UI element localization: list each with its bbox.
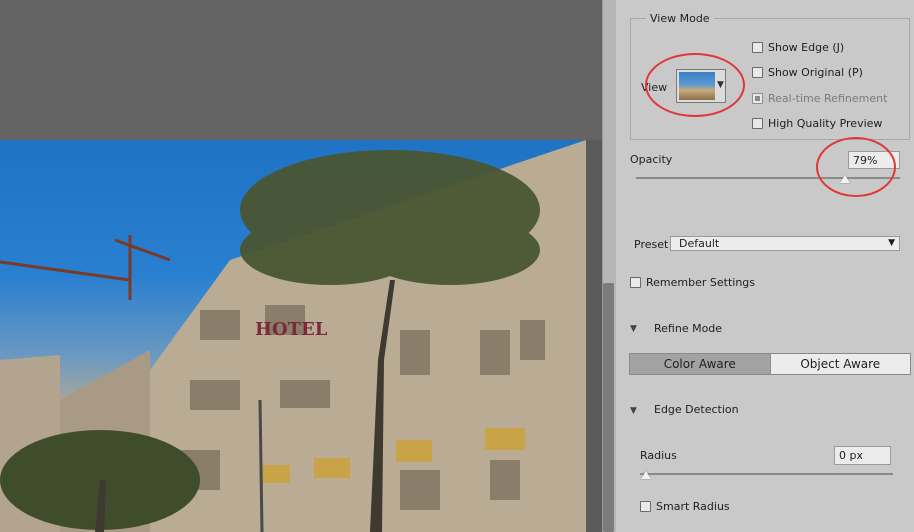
chevron-down-icon: ▼	[888, 238, 895, 248]
show-original-checkbox[interactable]	[752, 67, 763, 78]
high-quality-preview-label: High Quality Preview	[768, 117, 883, 130]
edge-detection-title[interactable]: Edge Detection	[654, 403, 739, 416]
refine-edge-panel: View Mode View ▼ Show Edge (J) Show Orig…	[616, 0, 914, 532]
object-aware-button[interactable]: Object Aware	[769, 354, 910, 374]
radius-slider-thumb[interactable]	[641, 471, 651, 479]
canvas-area[interactable]: HOTEL	[0, 0, 602, 532]
remember-settings-label: Remember Settings	[646, 276, 756, 289]
refine-mode-title[interactable]: Refine Mode	[654, 322, 722, 335]
smart-radius-label: Smart Radius	[656, 500, 730, 513]
remember-settings-checkbox[interactable]	[630, 277, 641, 288]
smart-radius-checkbox[interactable]	[640, 501, 651, 512]
svg-text:HOTEL: HOTEL	[255, 319, 328, 340]
opacity-callout-circle	[816, 137, 896, 197]
radius-slider-track[interactable]	[640, 473, 893, 475]
radius-input[interactable]: 0 px	[834, 446, 891, 465]
high-quality-preview-checkbox[interactable]	[752, 118, 763, 129]
show-edge-checkbox[interactable]	[752, 42, 763, 53]
color-aware-button[interactable]: Color Aware	[630, 354, 770, 374]
realtime-refinement-label: Real-time Refinement	[768, 92, 888, 105]
radius-label: Radius	[640, 449, 677, 462]
photo-preview[interactable]: HOTEL	[0, 140, 586, 532]
chevron-down-icon[interactable]: ▼	[630, 324, 637, 334]
show-edge-label: Show Edge (J)	[768, 41, 845, 54]
realtime-refinement-checkbox[interactable]	[752, 93, 763, 104]
preset-select[interactable]: Default ▼	[670, 236, 900, 251]
vertical-scrollbar-thumb[interactable]	[603, 283, 614, 532]
preset-value: Default	[679, 237, 720, 250]
preset-label: Preset	[634, 238, 669, 251]
view-callout-circle	[645, 53, 745, 117]
chevron-down-icon[interactable]: ▼	[630, 406, 637, 416]
refine-mode-segmented-control: Color Aware Object Aware	[629, 353, 911, 375]
show-original-label: Show Original (P)	[768, 66, 863, 79]
photo-illustration: HOTEL	[0, 140, 586, 532]
view-mode-legend: View Mode	[646, 12, 714, 25]
vertical-scrollbar-track[interactable]	[586, 140, 602, 532]
opacity-label: Opacity	[630, 153, 673, 166]
